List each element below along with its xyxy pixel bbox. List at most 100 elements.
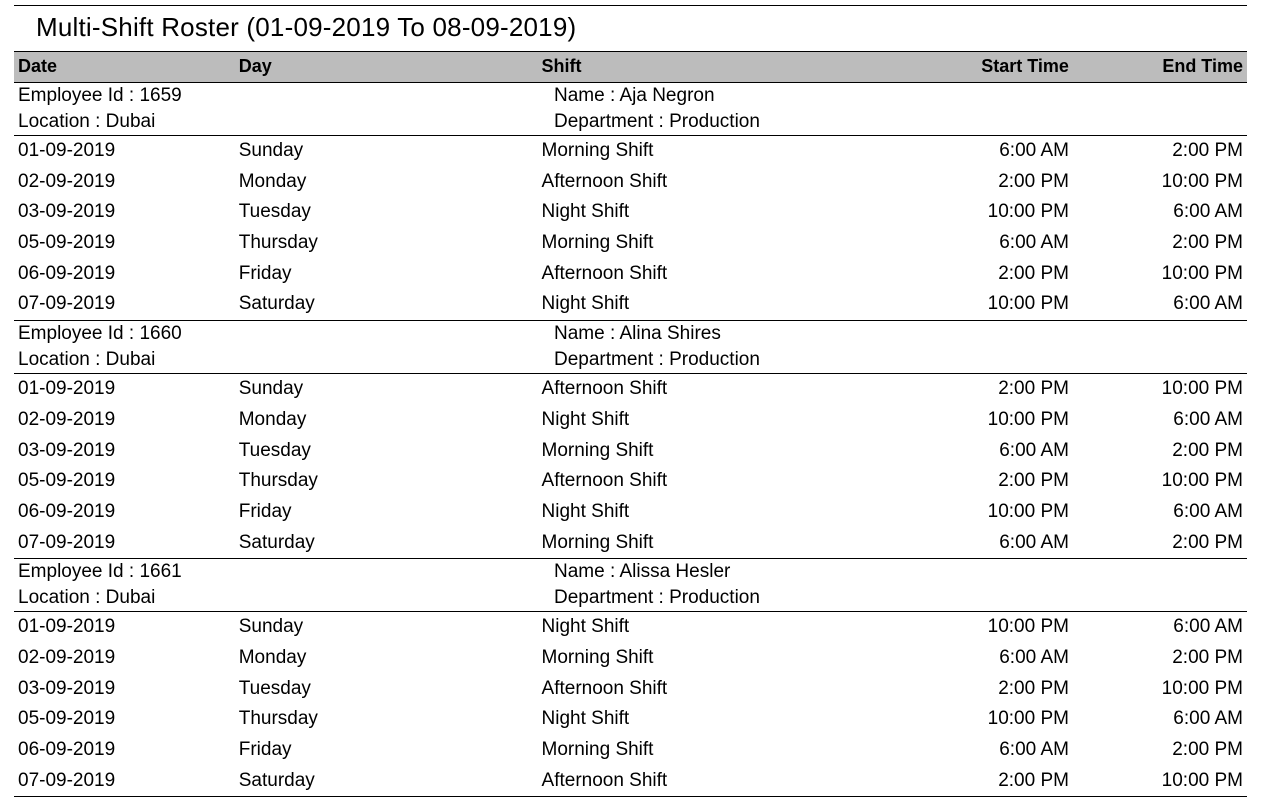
cell-shift: Afternoon Shift (542, 677, 913, 702)
cell-shift: Afternoon Shift (542, 469, 913, 494)
cell-day: Sunday (239, 139, 542, 164)
cell-shift: Afternoon Shift (542, 170, 913, 195)
employee-name-label: Name : Alina Shires (554, 323, 1247, 345)
cell-date: 01-09-2019 (14, 377, 239, 402)
employee-group-header: Employee Id : 1659Name : Aja NegronLocat… (14, 82, 1247, 135)
cell-day: Tuesday (239, 677, 542, 702)
cell-day: Saturday (239, 531, 542, 556)
employee-location-label: Location : Dubai (14, 587, 554, 609)
cell-shift: Afternoon Shift (542, 377, 913, 402)
cell-shift: Night Shift (542, 500, 913, 525)
cell-shift: Afternoon Shift (542, 262, 913, 287)
cell-end-time: 2:00 PM (1077, 439, 1247, 464)
table-row: 05-09-2019ThursdayAfternoon Shift2:00 PM… (14, 466, 1247, 497)
cell-day: Monday (239, 646, 542, 671)
cell-end-time: 2:00 PM (1077, 646, 1247, 671)
table-row: 02-09-2019MondayNight Shift10:00 PM6:00 … (14, 405, 1247, 436)
employee-id-label: Employee Id : 1661 (14, 561, 554, 583)
cell-day: Tuesday (239, 439, 542, 464)
cell-date: 07-09-2019 (14, 531, 239, 556)
employee-department-label: Department : Production (554, 111, 1247, 133)
table-row: 01-09-2019SundayAfternoon Shift2:00 PM10… (14, 373, 1247, 405)
cell-end-time: 6:00 AM (1077, 200, 1247, 225)
cell-day: Friday (239, 262, 542, 287)
cell-date: 06-09-2019 (14, 738, 239, 763)
table-row: 06-09-2019FridayNight Shift10:00 PM6:00 … (14, 497, 1247, 528)
cell-day: Monday (239, 408, 542, 433)
cell-date: 06-09-2019 (14, 262, 239, 287)
table-row: 06-09-2019FridayMorning Shift6:00 AM2:00… (14, 735, 1247, 766)
cell-end-time: 2:00 PM (1077, 531, 1247, 556)
cell-day: Sunday (239, 377, 542, 402)
cell-shift: Morning Shift (542, 231, 913, 256)
cell-day: Saturday (239, 292, 542, 317)
cell-day: Friday (239, 738, 542, 763)
cell-shift: Night Shift (542, 200, 913, 225)
table-row: 03-09-2019TuesdayMorning Shift6:00 AM2:0… (14, 436, 1247, 467)
cell-end-time: 10:00 PM (1077, 677, 1247, 702)
employee-name-label: Name : Aja Negron (554, 85, 1247, 107)
page-title: Multi-Shift Roster (01-09-2019 To 08-09-… (14, 6, 1247, 51)
table-row: 03-09-2019TuesdayNight Shift10:00 PM6:00… (14, 197, 1247, 228)
column-header-shift: Shift (542, 56, 913, 77)
cell-shift: Morning Shift (542, 531, 913, 556)
table-row: 07-09-2019SaturdayAfternoon Shift2:00 PM… (14, 766, 1247, 797)
employee-group-header: Employee Id : 1660Name : Alina ShiresLoc… (14, 320, 1247, 373)
table-row: 07-09-2019SaturdayMorning Shift6:00 AM2:… (14, 528, 1247, 559)
cell-day: Friday (239, 500, 542, 525)
cell-shift: Morning Shift (542, 139, 913, 164)
cell-end-time: 6:00 AM (1077, 292, 1247, 317)
cell-date: 02-09-2019 (14, 646, 239, 671)
cell-day: Monday (239, 170, 542, 195)
cell-date: 05-09-2019 (14, 231, 239, 256)
employee-location-label: Location : Dubai (14, 111, 554, 133)
cell-day: Thursday (239, 231, 542, 256)
employee-name-label: Name : Alissa Hesler (554, 561, 1247, 583)
cell-date: 02-09-2019 (14, 170, 239, 195)
cell-shift: Night Shift (542, 615, 913, 640)
employee-id-label: Employee Id : 1659 (14, 85, 554, 107)
cell-end-time: 6:00 AM (1077, 408, 1247, 433)
cell-end-time: 6:00 AM (1077, 615, 1247, 640)
cell-date: 05-09-2019 (14, 469, 239, 494)
cell-start-time: 2:00 PM (913, 469, 1077, 494)
employee-department-label: Department : Production (554, 349, 1247, 371)
table-row: 07-09-2019SaturdayNight Shift10:00 PM6:0… (14, 289, 1247, 320)
table-row: 06-09-2019FridayAfternoon Shift2:00 PM10… (14, 259, 1247, 290)
cell-start-time: 6:00 AM (913, 531, 1077, 556)
cell-start-time: 6:00 AM (913, 738, 1077, 763)
cell-start-time: 10:00 PM (913, 292, 1077, 317)
cell-shift: Afternoon Shift (542, 769, 913, 794)
employee-group-header: Employee Id : 1661Name : Alissa HeslerLo… (14, 558, 1247, 611)
column-header-date: Date (14, 56, 239, 77)
table-row: 05-09-2019ThursdayMorning Shift6:00 AM2:… (14, 228, 1247, 259)
table-row: 03-09-2019TuesdayAfternoon Shift2:00 PM1… (14, 674, 1247, 705)
cell-shift: Night Shift (542, 408, 913, 433)
cell-end-time: 10:00 PM (1077, 377, 1247, 402)
column-header-day: Day (239, 56, 542, 77)
cell-shift: Morning Shift (542, 738, 913, 763)
cell-start-time: 2:00 PM (913, 769, 1077, 794)
cell-end-time: 6:00 AM (1077, 500, 1247, 525)
table-row: 02-09-2019MondayMorning Shift6:00 AM2:00… (14, 643, 1247, 674)
cell-end-time: 10:00 PM (1077, 170, 1247, 195)
cell-date: 01-09-2019 (14, 615, 239, 640)
cell-date: 03-09-2019 (14, 200, 239, 225)
cell-end-time: 10:00 PM (1077, 262, 1247, 287)
cell-date: 01-09-2019 (14, 139, 239, 164)
employee-department-label: Department : Production (554, 587, 1247, 609)
cell-date: 07-09-2019 (14, 769, 239, 794)
cell-date: 02-09-2019 (14, 408, 239, 433)
cell-shift: Night Shift (542, 292, 913, 317)
cell-day: Saturday (239, 769, 542, 794)
table-header-row: Date Day Shift Start Time End Time (14, 51, 1247, 82)
cell-day: Sunday (239, 615, 542, 640)
cell-start-time: 2:00 PM (913, 170, 1077, 195)
column-header-start: Start Time (913, 56, 1077, 77)
cell-end-time: 10:00 PM (1077, 769, 1247, 794)
employee-location-label: Location : Dubai (14, 349, 554, 371)
cell-day: Tuesday (239, 200, 542, 225)
cell-end-time: 2:00 PM (1077, 139, 1247, 164)
cell-start-time: 10:00 PM (913, 200, 1077, 225)
cell-start-time: 10:00 PM (913, 615, 1077, 640)
